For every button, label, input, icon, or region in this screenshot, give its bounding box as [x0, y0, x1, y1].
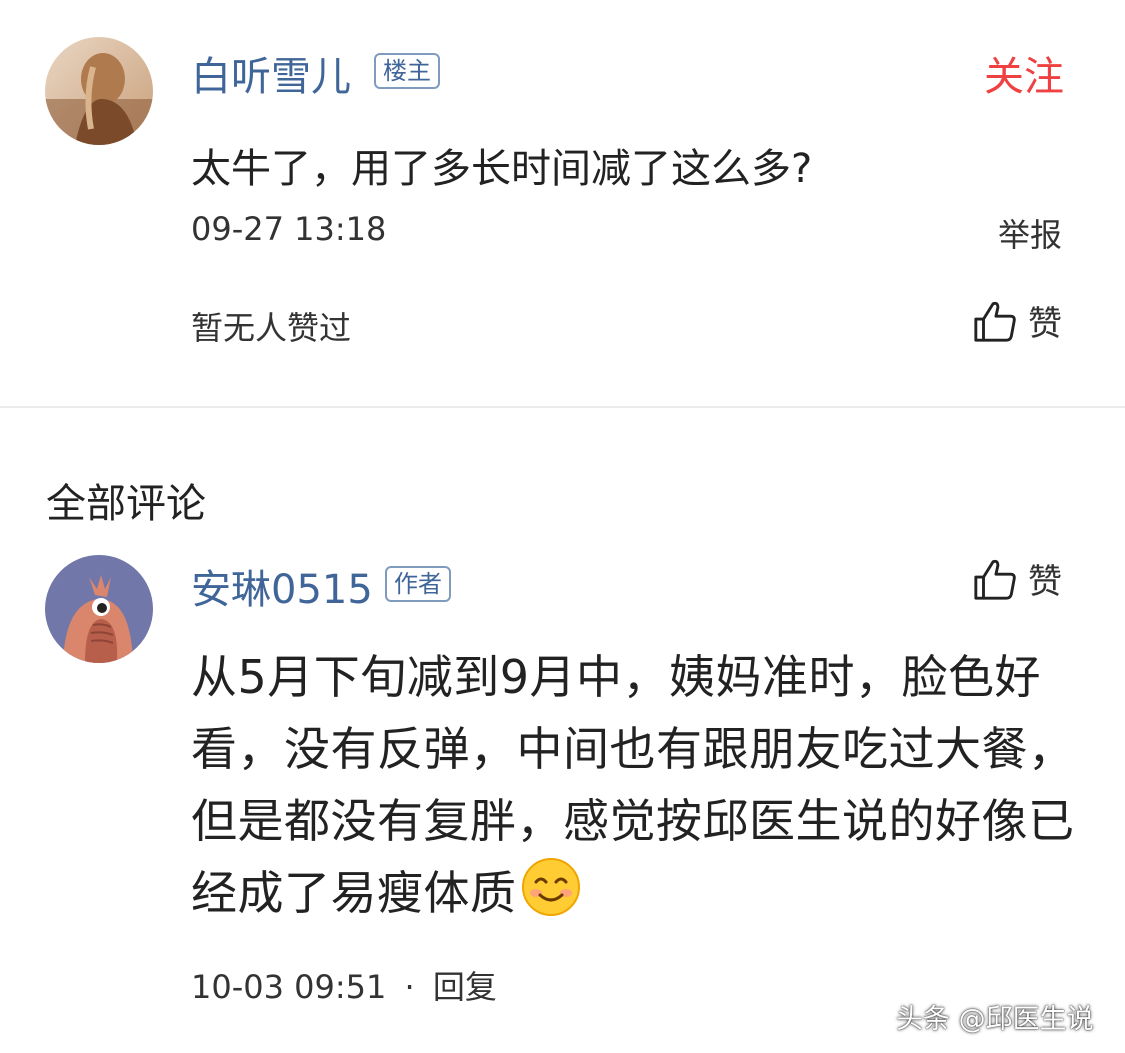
likes-summary: 暂无人赞过 [191, 309, 352, 347]
avatar-photo-icon [45, 37, 153, 145]
reply-text: 从5月下旬减到9月中，姨妈准时，脸色好看，没有反弹，中间也有跟朋友吃过大餐，但是… [191, 641, 1081, 929]
thumbs-up-icon [974, 301, 1016, 342]
reply-author-name[interactable]: 安琳0515 [191, 557, 373, 615]
reply-timestamp: 10-03 09:51 [191, 968, 387, 1006]
reply-meta: 10-03 09:51 · 回复 [191, 962, 497, 1008]
reply-like-button[interactable]: 赞 [972, 554, 1062, 603]
all-comments-title: 全部评论 [46, 481, 206, 527]
reply-body: 从5月下旬减到9月中，姨妈准时，脸色好看，没有反弹，中间也有跟朋友吃过大餐，但是… [191, 650, 1075, 920]
watermark: 头条 @邱医生说 [896, 1004, 1094, 1035]
original-comment-text: 太牛了，用了多长时间减了这么多? [191, 146, 813, 192]
like-label: 赞 [1028, 304, 1062, 344]
meta-separator: · [404, 968, 415, 1006]
original-author-avatar[interactable] [45, 37, 153, 145]
reply-author-avatar[interactable] [45, 555, 153, 663]
original-author-name[interactable]: 白听雪儿 [191, 44, 351, 102]
follow-button[interactable]: 关注 [984, 44, 1064, 102]
like-label: 赞 [1028, 562, 1062, 602]
smiling-face-emoji-icon [521, 857, 581, 917]
avatar-cartoon-icon [45, 555, 153, 663]
section-divider [0, 406, 1125, 408]
author-badge: 作者 [385, 566, 451, 602]
original-like-button[interactable]: 赞 [972, 296, 1062, 345]
reply-button[interactable]: 回复 [433, 968, 497, 1006]
thumbs-up-icon [974, 559, 1016, 600]
original-comment-timestamp: 09-27 13:18 [191, 210, 387, 248]
report-button[interactable]: 举报 [998, 210, 1062, 256]
host-badge: 楼主 [374, 53, 440, 89]
